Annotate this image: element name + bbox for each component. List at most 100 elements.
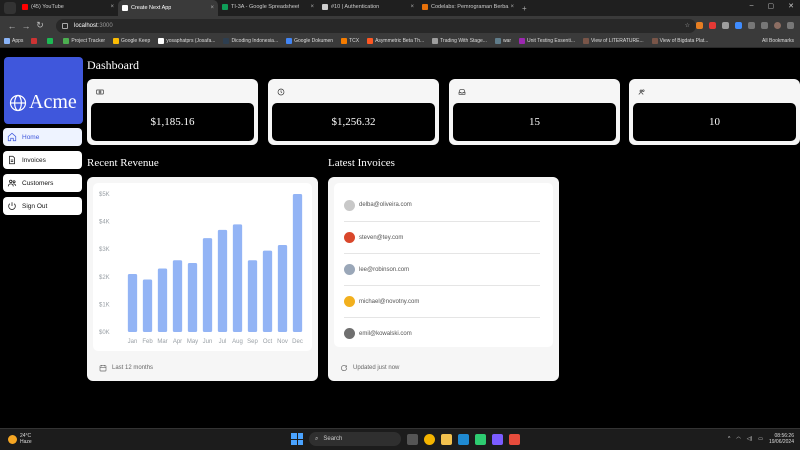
new-tab-button[interactable]: + [522, 4, 527, 13]
tab-close-icon[interactable]: × [310, 4, 314, 10]
bookmark-item[interactable] [47, 38, 55, 44]
tab-favicon [122, 5, 128, 11]
weather-widget[interactable]: 24°C Haze [8, 433, 32, 445]
app-icon[interactable] [492, 433, 503, 445]
browser-tab[interactable]: (45) YouTube × [18, 0, 118, 14]
bookmark-item[interactable]: View of LITERATURE... [583, 38, 644, 44]
bookmark-item[interactable]: Trading With Stage... [432, 38, 487, 44]
bookmark-item[interactable]: TCX [341, 38, 359, 44]
tab-favicon [322, 4, 328, 10]
bookmark-item[interactable]: Unit Testing Essenti... [519, 38, 575, 44]
profile-avatar[interactable] [774, 22, 781, 29]
bookmark-item[interactable] [31, 38, 39, 44]
nav-home[interactable]: Home [3, 128, 82, 146]
x-tick-label: Feb [142, 339, 153, 345]
tab-close-icon[interactable]: × [410, 4, 414, 10]
revenue-bar [247, 260, 258, 332]
tab-close-icon[interactable]: × [510, 4, 514, 10]
revenue-bar [127, 274, 138, 332]
nav-invoices[interactable]: Invoices [3, 151, 82, 169]
tab-favicon [22, 4, 28, 10]
bookmark-favicon [158, 38, 165, 44]
bookmark-label: Google Dokumen [294, 38, 334, 44]
all-bookmarks-button[interactable]: All Bookmarks [762, 38, 794, 44]
minimize-icon[interactable]: – [750, 2, 754, 10]
tab-strip: (45) YouTube × Create Next App × TI-3A - Goo… [0, 0, 800, 16]
tray-chevron-icon[interactable]: ^ [728, 436, 730, 442]
invoice-row[interactable]: michael@novotny.com [344, 285, 540, 317]
bookmark-star-icon[interactable]: ☆ [685, 22, 690, 29]
menu-kebab-icon[interactable] [787, 22, 794, 29]
taskbar-search-label: Search [323, 436, 343, 442]
home-icon [7, 132, 17, 142]
browser-chrome: (45) YouTube × Create Next App × TI-3A - Goo… [0, 0, 800, 48]
bookmark-item[interactable]: Google Keep [113, 38, 150, 44]
bookmark-label: yosaphatprs (Josafa... [166, 38, 216, 44]
stat-value: 15 [453, 103, 616, 141]
bookmark-item[interactable]: Project Tracker [63, 38, 105, 44]
customer-avatar [344, 199, 355, 211]
bookmark-item[interactable]: Asymmetric Beta Th... [367, 38, 424, 44]
system-clock[interactable]: 08:56:26 19/06/2024 [769, 433, 794, 445]
file-explorer-icon[interactable] [441, 433, 452, 445]
bookmark-item[interactable]: Google Dokumen [286, 38, 333, 44]
extension-icon[interactable] [709, 22, 716, 29]
acme-logo[interactable]: Acme [4, 57, 83, 124]
bookmark-item[interactable]: Apps [4, 38, 23, 44]
address-bar[interactable]: localhost:3000 ☆ [56, 18, 696, 33]
bookmark-item[interactable]: Dicoding Indonesia... [223, 38, 278, 44]
browser-tab[interactable]: Codelabs: Pemrograman Berba... × [418, 0, 518, 14]
extension-icon[interactable] [722, 22, 729, 29]
address-port: :3000 [97, 22, 113, 29]
extension-icon[interactable] [735, 22, 742, 29]
extensions-puzzle-icon[interactable] [748, 22, 755, 29]
invoice-row[interactable]: emil@kowalski.com [344, 317, 540, 349]
nav-customers[interactable]: Customers [3, 174, 82, 192]
taskbar-search[interactable]: ⌕ Search [309, 432, 401, 446]
nav-sign-out[interactable]: Sign Out [3, 197, 82, 215]
os-taskbar: 24°C Haze ⌕ Search ^ ◠ ◁) ▭ 08:56:26 19/… [0, 428, 800, 450]
tab-close-icon[interactable]: × [110, 4, 114, 10]
bookmark-item[interactable]: war [494, 38, 511, 44]
wifi-icon[interactable]: ◠ [736, 436, 740, 442]
bookmark-item[interactable]: View of Bigdata Plat... [651, 38, 708, 44]
nav-label: Home [22, 133, 40, 141]
back-icon[interactable]: ← [6, 21, 18, 31]
refresh-icon [341, 365, 348, 371]
site-info-icon[interactable] [62, 22, 68, 29]
browser-tab[interactable]: TI-3A - Google Spreadsheet × [218, 0, 318, 14]
stat-card-pending: $1,256.32 [268, 79, 439, 145]
x-tick-label: Jun [203, 339, 213, 345]
invoice-row[interactable]: delba@oliveira.com [344, 189, 540, 221]
invoice-row[interactable]: lee@robinson.com [344, 253, 540, 285]
extension-icon[interactable] [696, 22, 703, 29]
sidepanel-icon[interactable] [761, 22, 768, 29]
bookmark-label: View of LITERATURE... [591, 38, 644, 44]
bookmarks-bar: Apps Project Tracker Google Keep yosaphatpr… [0, 35, 800, 48]
vscode-icon[interactable] [458, 433, 469, 445]
stat-card-collected: $1,185.16 [87, 79, 258, 145]
task-view-icon[interactable] [407, 433, 418, 445]
invoice-row[interactable]: steven@tey.com [344, 221, 540, 253]
forward-icon[interactable]: → [20, 21, 32, 31]
bookmark-label: Project Tracker [71, 38, 106, 44]
bookmark-item[interactable]: yosaphatprs (Josafa... [158, 38, 215, 44]
app-icon[interactable] [509, 433, 520, 445]
tab-search-button[interactable] [4, 2, 16, 14]
power-icon [8, 202, 16, 210]
browser-tab[interactable]: Create Next App × [118, 0, 218, 16]
app-icon[interactable] [475, 433, 486, 445]
revenue-bar [157, 268, 168, 332]
windows-start-icon[interactable] [291, 433, 303, 445]
stat-value: 10 [633, 103, 796, 141]
close-window-icon[interactable]: ✕ [788, 2, 794, 10]
browser-tab[interactable]: #10 | Authentication × [318, 0, 418, 14]
revenue-chart-area: $5K $4K $3K $2K $1K $0K Jan Feb Mar Apr May Jun Jul A… [93, 183, 312, 351]
bookmark-favicon [432, 38, 439, 44]
maximize-icon[interactable]: ▢ [768, 2, 775, 10]
volume-icon[interactable]: ◁) [747, 436, 753, 442]
tab-close-icon[interactable]: × [210, 5, 214, 11]
reload-icon[interactable]: ↻ [34, 20, 46, 31]
battery-icon[interactable]: ▭ [758, 436, 763, 442]
chrome-icon[interactable] [424, 433, 435, 445]
